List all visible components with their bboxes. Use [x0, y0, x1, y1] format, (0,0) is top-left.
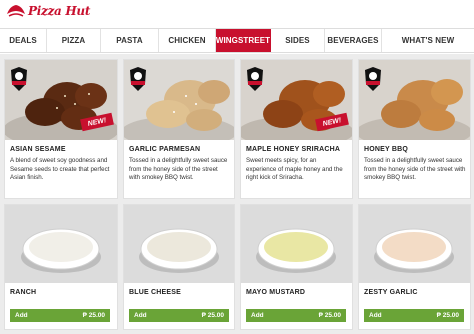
header: Pizza Hut	[0, 0, 474, 27]
item-description: Sweet meets spicy, for an experience of …	[246, 157, 343, 182]
menu-card-blue-cheese[interactable]: BLUE CHEESE Add ₱ 25.00	[124, 205, 234, 329]
maple-honey-sriracha-photo: NEW!	[241, 60, 352, 140]
item-price: ₱ 25.00	[436, 312, 459, 319]
item-description: Tossed in a delightfully sweet sauce fro…	[129, 157, 228, 182]
nav-deals[interactable]: DEALS	[0, 29, 47, 52]
pizza-hut-logo[interactable]: Pizza Hut	[6, 4, 90, 18]
mayo-mustard-photo	[241, 205, 352, 283]
item-price: ₱ 25.00	[318, 312, 341, 319]
item-title: MAYO MUSTARD	[246, 289, 306, 296]
nav-pasta[interactable]: PASTA	[101, 29, 159, 52]
item-title: ASIAN SESAME	[10, 146, 66, 153]
add-label: Add	[134, 312, 147, 319]
item-title: BLUE CHEESE	[129, 289, 181, 296]
item-title: HONEY BBQ	[364, 146, 409, 153]
menu-card-garlic-parmesan[interactable]: GARLIC PARMESAN Tossed in a delightfully…	[124, 60, 234, 198]
item-price: ₱ 25.00	[201, 312, 224, 319]
wingstreet-badge-icon	[365, 67, 381, 91]
add-to-cart-button[interactable]: Add ₱ 25.00	[129, 309, 229, 322]
add-label: Add	[369, 312, 382, 319]
garlic-parmesan-photo	[124, 60, 234, 140]
item-title: ZESTY GARLIC	[364, 289, 418, 296]
add-to-cart-button[interactable]: Add ₱ 25.00	[364, 309, 464, 322]
nav-wingstreet[interactable]: WINGSTREET	[216, 29, 271, 52]
zesty-garlic-photo	[359, 205, 470, 283]
item-title: MAPLE HONEY SRIRACHA	[246, 146, 341, 153]
dip-cup-image	[374, 228, 454, 273]
add-to-cart-button[interactable]: Add ₱ 25.00	[246, 309, 346, 322]
honey-bbq-photo	[359, 60, 470, 140]
asian-sesame-photo: NEW!	[5, 60, 117, 140]
nav-sides[interactable]: SIDES	[271, 29, 325, 52]
menu-card-ranch[interactable]: RANCH Add ₱ 25.00	[5, 205, 117, 329]
add-label: Add	[15, 312, 28, 319]
nav-pizza[interactable]: PIZZA	[47, 29, 101, 52]
brand-name: Pizza Hut	[28, 4, 91, 18]
item-price: ₱ 25.00	[82, 312, 105, 319]
dip-cup-image	[139, 228, 219, 273]
blue-cheese-photo	[124, 205, 234, 283]
nav-chicken[interactable]: CHICKEN	[159, 29, 216, 52]
item-title: RANCH	[10, 289, 37, 296]
pizza-hut-roof-icon	[7, 5, 25, 17]
category-nav: DEALS PIZZA PASTA CHICKEN WINGSTREET SID…	[0, 28, 474, 53]
wingstreet-badge-icon	[130, 67, 146, 91]
dip-cup-image	[256, 228, 336, 273]
menu-card-mayo-mustard[interactable]: MAYO MUSTARD Add ₱ 25.00	[241, 205, 352, 329]
wingstreet-badge-icon	[247, 67, 263, 91]
menu-card-honey-bbq[interactable]: HONEY BBQ Tossed in a delightfully sweet…	[359, 60, 470, 198]
add-to-cart-button[interactable]: Add ₱ 25.00	[10, 309, 110, 322]
item-title: GARLIC PARMESAN	[129, 146, 201, 153]
ranch-photo	[5, 205, 117, 283]
wingstreet-badge-icon	[11, 67, 27, 91]
nav-beverages[interactable]: BEVERAGES	[325, 29, 382, 52]
menu-card-asian-sesame[interactable]: NEW! ASIAN SESAME A blend of sweet soy g…	[5, 60, 117, 198]
item-description: A blend of sweet soy goodness and Sesame…	[10, 157, 110, 182]
menu-card-zesty-garlic[interactable]: ZESTY GARLIC Add ₱ 25.00	[359, 205, 470, 329]
menu-card-maple-honey-sriracha[interactable]: NEW! MAPLE HONEY SRIRACHA Sweet meets sp…	[241, 60, 352, 198]
add-label: Add	[251, 312, 264, 319]
dip-cup-image	[21, 228, 101, 273]
item-description: Tossed in a delightfully sweet sauce fro…	[364, 157, 466, 182]
nav-whats-new[interactable]: WHAT'S NEW	[382, 29, 474, 52]
